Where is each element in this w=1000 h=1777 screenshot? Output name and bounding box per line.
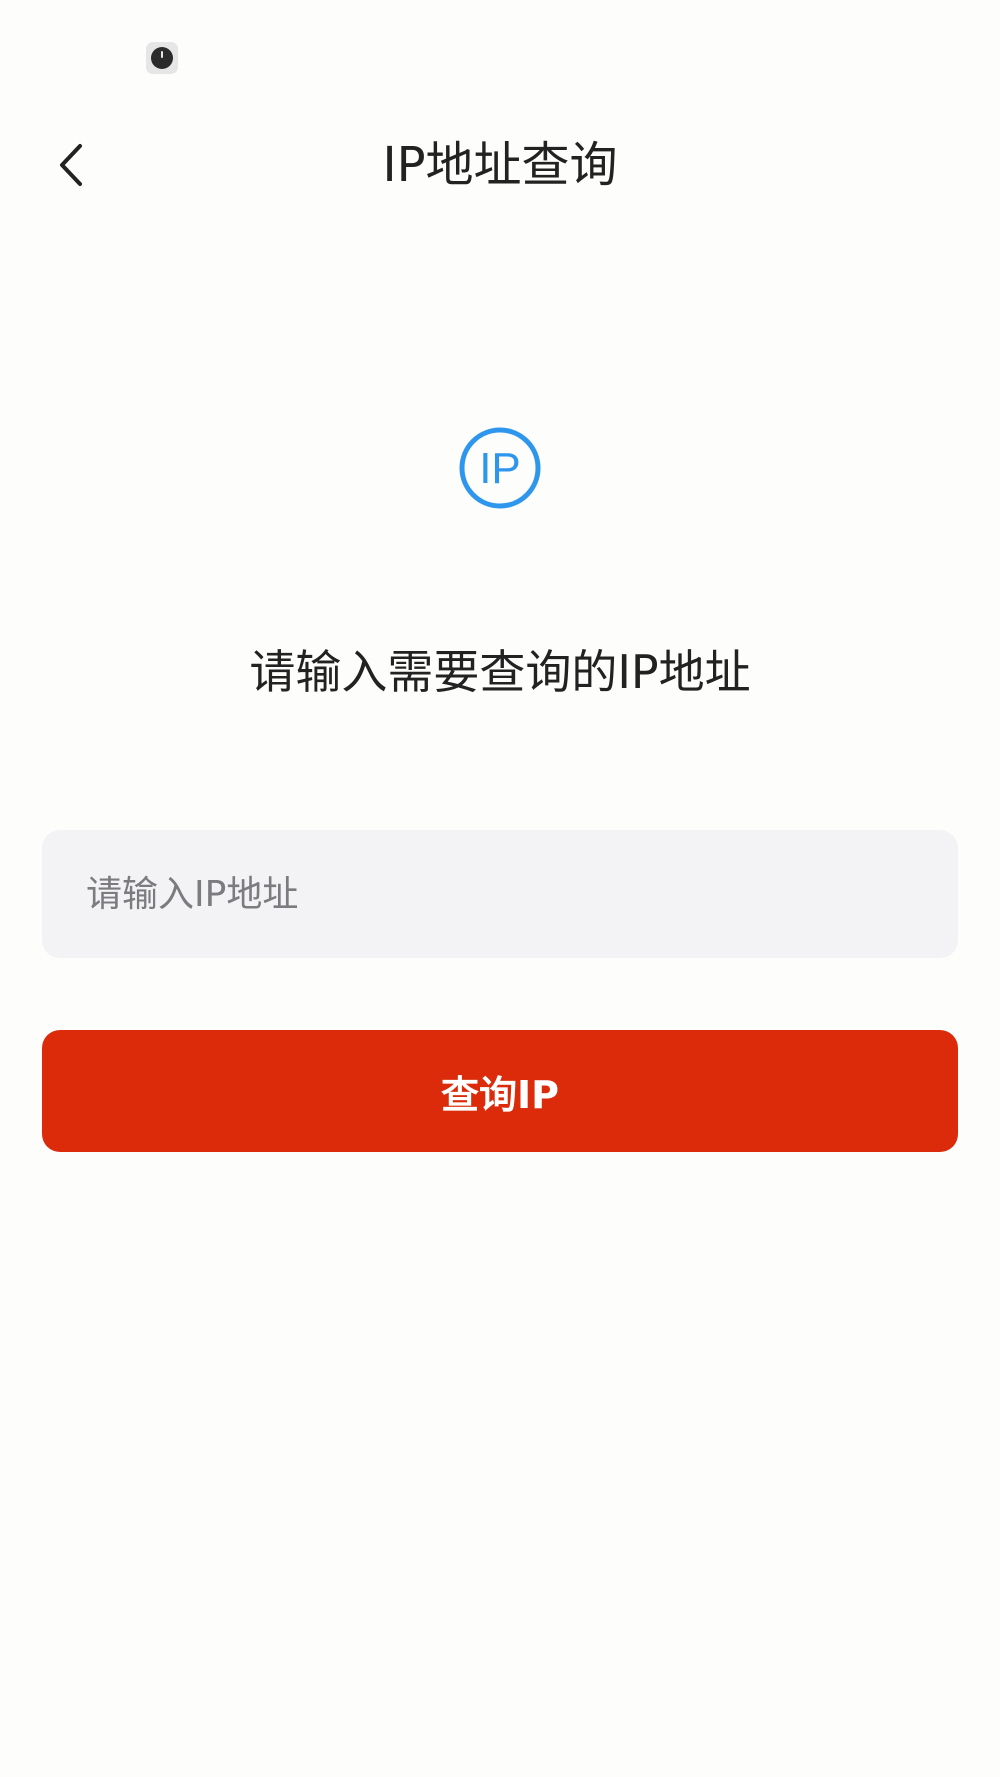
logo-text: IP [479,444,521,493]
nav-bar: IP地址查询 [0,110,1000,220]
query-ip-button[interactable]: 查询IP [42,1030,958,1152]
screen: IP地址查询 IP 请输入需要查询的IP地址 查询IP [0,0,1000,1777]
page-title: IP地址查询 [382,137,618,193]
back-button[interactable] [40,130,110,200]
status-bar [0,0,1000,100]
chevron-left-icon [60,144,82,186]
ip-address-input[interactable] [42,830,958,958]
query-prompt: 请输入需要查询的IP地址 [249,645,751,699]
notification-dot-icon [146,42,178,74]
ip-circle-icon: IP [458,426,542,510]
